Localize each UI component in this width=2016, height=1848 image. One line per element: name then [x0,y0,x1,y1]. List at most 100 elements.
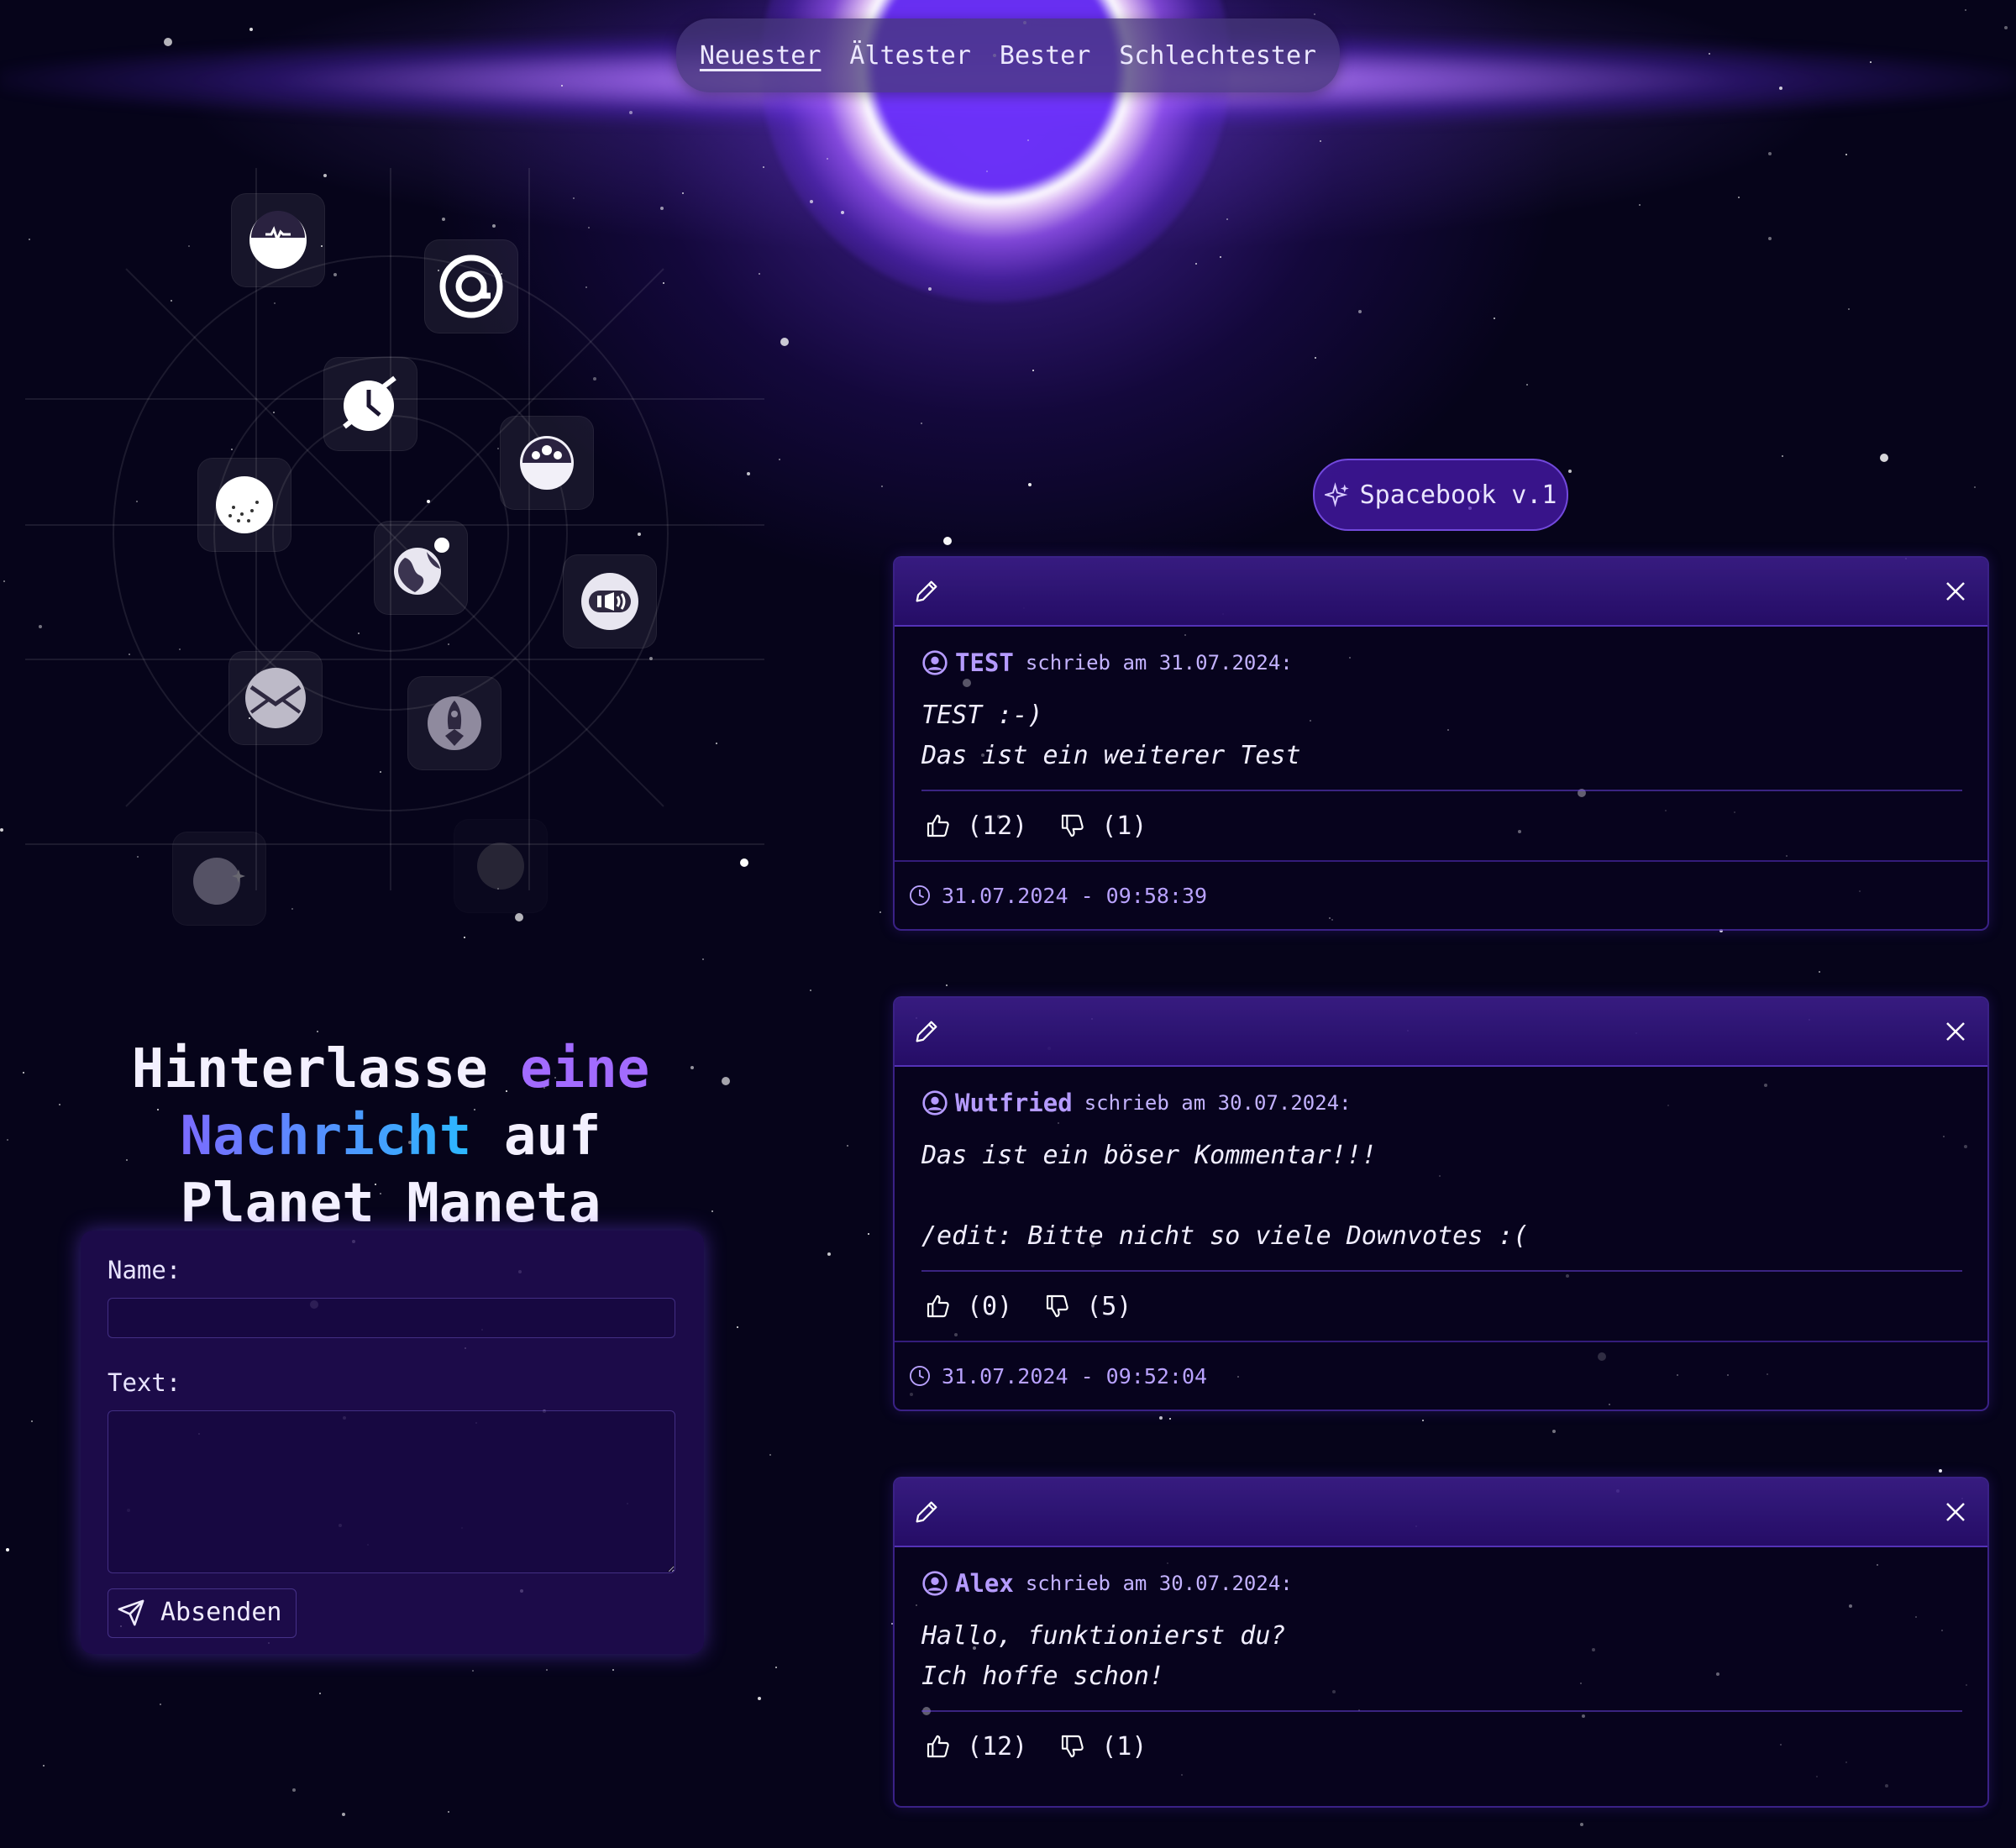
star [1226,218,1228,220]
thumbs-down-icon[interactable] [1041,1289,1074,1323]
star [561,85,563,87]
star [1880,454,1888,462]
post-card: TEST schrieb am 31.07.2024: TEST :-) Das… [893,556,1989,931]
thumbs-down-icon[interactable] [1056,809,1089,843]
headline-part-1: Hinterlasse [131,1037,521,1100]
thumbs-up-icon[interactable] [921,1730,955,1763]
star [2004,26,2008,29]
post-message: Hallo, funktionierst du? Ich hoffe schon… [921,1616,1962,1712]
star [3,580,5,582]
name-input[interactable] [108,1298,675,1338]
star [31,1420,33,1422]
star [1320,140,1321,142]
star [160,1704,161,1705]
star [0,828,3,832]
star [775,1667,777,1668]
star [881,486,883,487]
post-card: Wutfried schrieb am 30.07.2024: Das ist … [893,996,1989,1411]
thumbs-down-icon[interactable] [1056,1730,1089,1763]
star [319,1693,321,1694]
speaker-planet-icon [563,554,657,648]
upvote-count: (0) [967,1291,1013,1321]
nav-best[interactable]: Bester [1000,41,1090,71]
badge-label: Spacebook v.1 [1359,480,1557,510]
star [779,459,780,460]
star [7,1139,8,1141]
text-label: Text: [108,1368,181,1397]
send-icon [118,1599,144,1625]
mail-planet-icon [228,651,323,745]
thumbs-up-icon[interactable] [921,1289,955,1323]
star [23,1072,24,1074]
faded-planet-icon [454,819,548,913]
clock-icon [909,1365,931,1387]
grey-planet-icon [172,832,266,926]
post-author: TEST [955,648,1014,677]
star [1939,1469,1942,1473]
star [317,1031,318,1032]
at-sign-planet-icon [424,239,518,333]
star [515,913,523,921]
star [1422,1420,1424,1421]
star [702,958,704,960]
name-label: Name: [108,1256,181,1284]
edit-icon[interactable] [910,1015,943,1048]
close-icon[interactable] [1939,575,1972,608]
post-card-header [895,998,1987,1067]
star [943,537,952,545]
star [1358,310,1362,313]
star [1028,483,1032,486]
star [43,1765,45,1767]
star [342,1813,345,1816]
star [841,211,844,214]
star [847,1145,848,1147]
star [810,990,811,991]
star [780,338,789,346]
activity-planet-icon [231,193,325,287]
nav-newest[interactable]: Neuester [700,41,822,71]
planet-icon-grid [25,168,764,926]
star [737,1326,738,1328]
star [928,287,932,291]
star [827,1252,831,1256]
post-author: Wutfried [955,1089,1073,1117]
post-card-header [895,1478,1987,1547]
downvote-count: (5) [1086,1291,1132,1321]
post-author: Alex [955,1569,1014,1598]
text-input[interactable] [108,1410,675,1573]
post-date: schrieb am 30.07.2024: [1084,1091,1352,1115]
close-icon[interactable] [1939,1495,1972,1529]
thumbs-up-icon[interactable] [921,809,955,843]
post-date: schrieb am 31.07.2024: [1025,651,1293,675]
post-timestamp: 31.07.2024 - 09:58:39 [942,883,1208,908]
edit-icon[interactable] [910,1495,943,1529]
star [448,1811,449,1813]
nav-oldest[interactable]: Ältester [849,41,971,71]
star [1779,87,1782,90]
star [164,38,172,46]
user-icon [922,650,948,675]
star [629,111,633,114]
star [292,1788,296,1792]
edit-icon[interactable] [910,575,943,608]
star [1768,152,1772,155]
nav-worst[interactable]: Schlechtester [1119,41,1316,71]
star [1526,384,1528,386]
group-planet-icon [500,416,594,510]
clock-planet-icon [323,357,417,451]
star [1639,204,1641,206]
star [758,1697,761,1700]
star [1782,455,1783,457]
star [1552,1430,1556,1433]
star [1169,1418,1171,1420]
star [464,937,465,938]
star [1027,139,1029,141]
star [1974,486,1976,488]
close-icon[interactable] [1939,1015,1972,1048]
star [946,984,948,986]
submit-button[interactable]: Absenden [108,1588,297,1638]
star [6,1548,9,1551]
post-card: Alex schrieb am 30.07.2024: Hallo, funkt… [893,1477,1989,1808]
headline-part-3: Nachricht [180,1105,472,1168]
post-card-header [895,558,1987,627]
